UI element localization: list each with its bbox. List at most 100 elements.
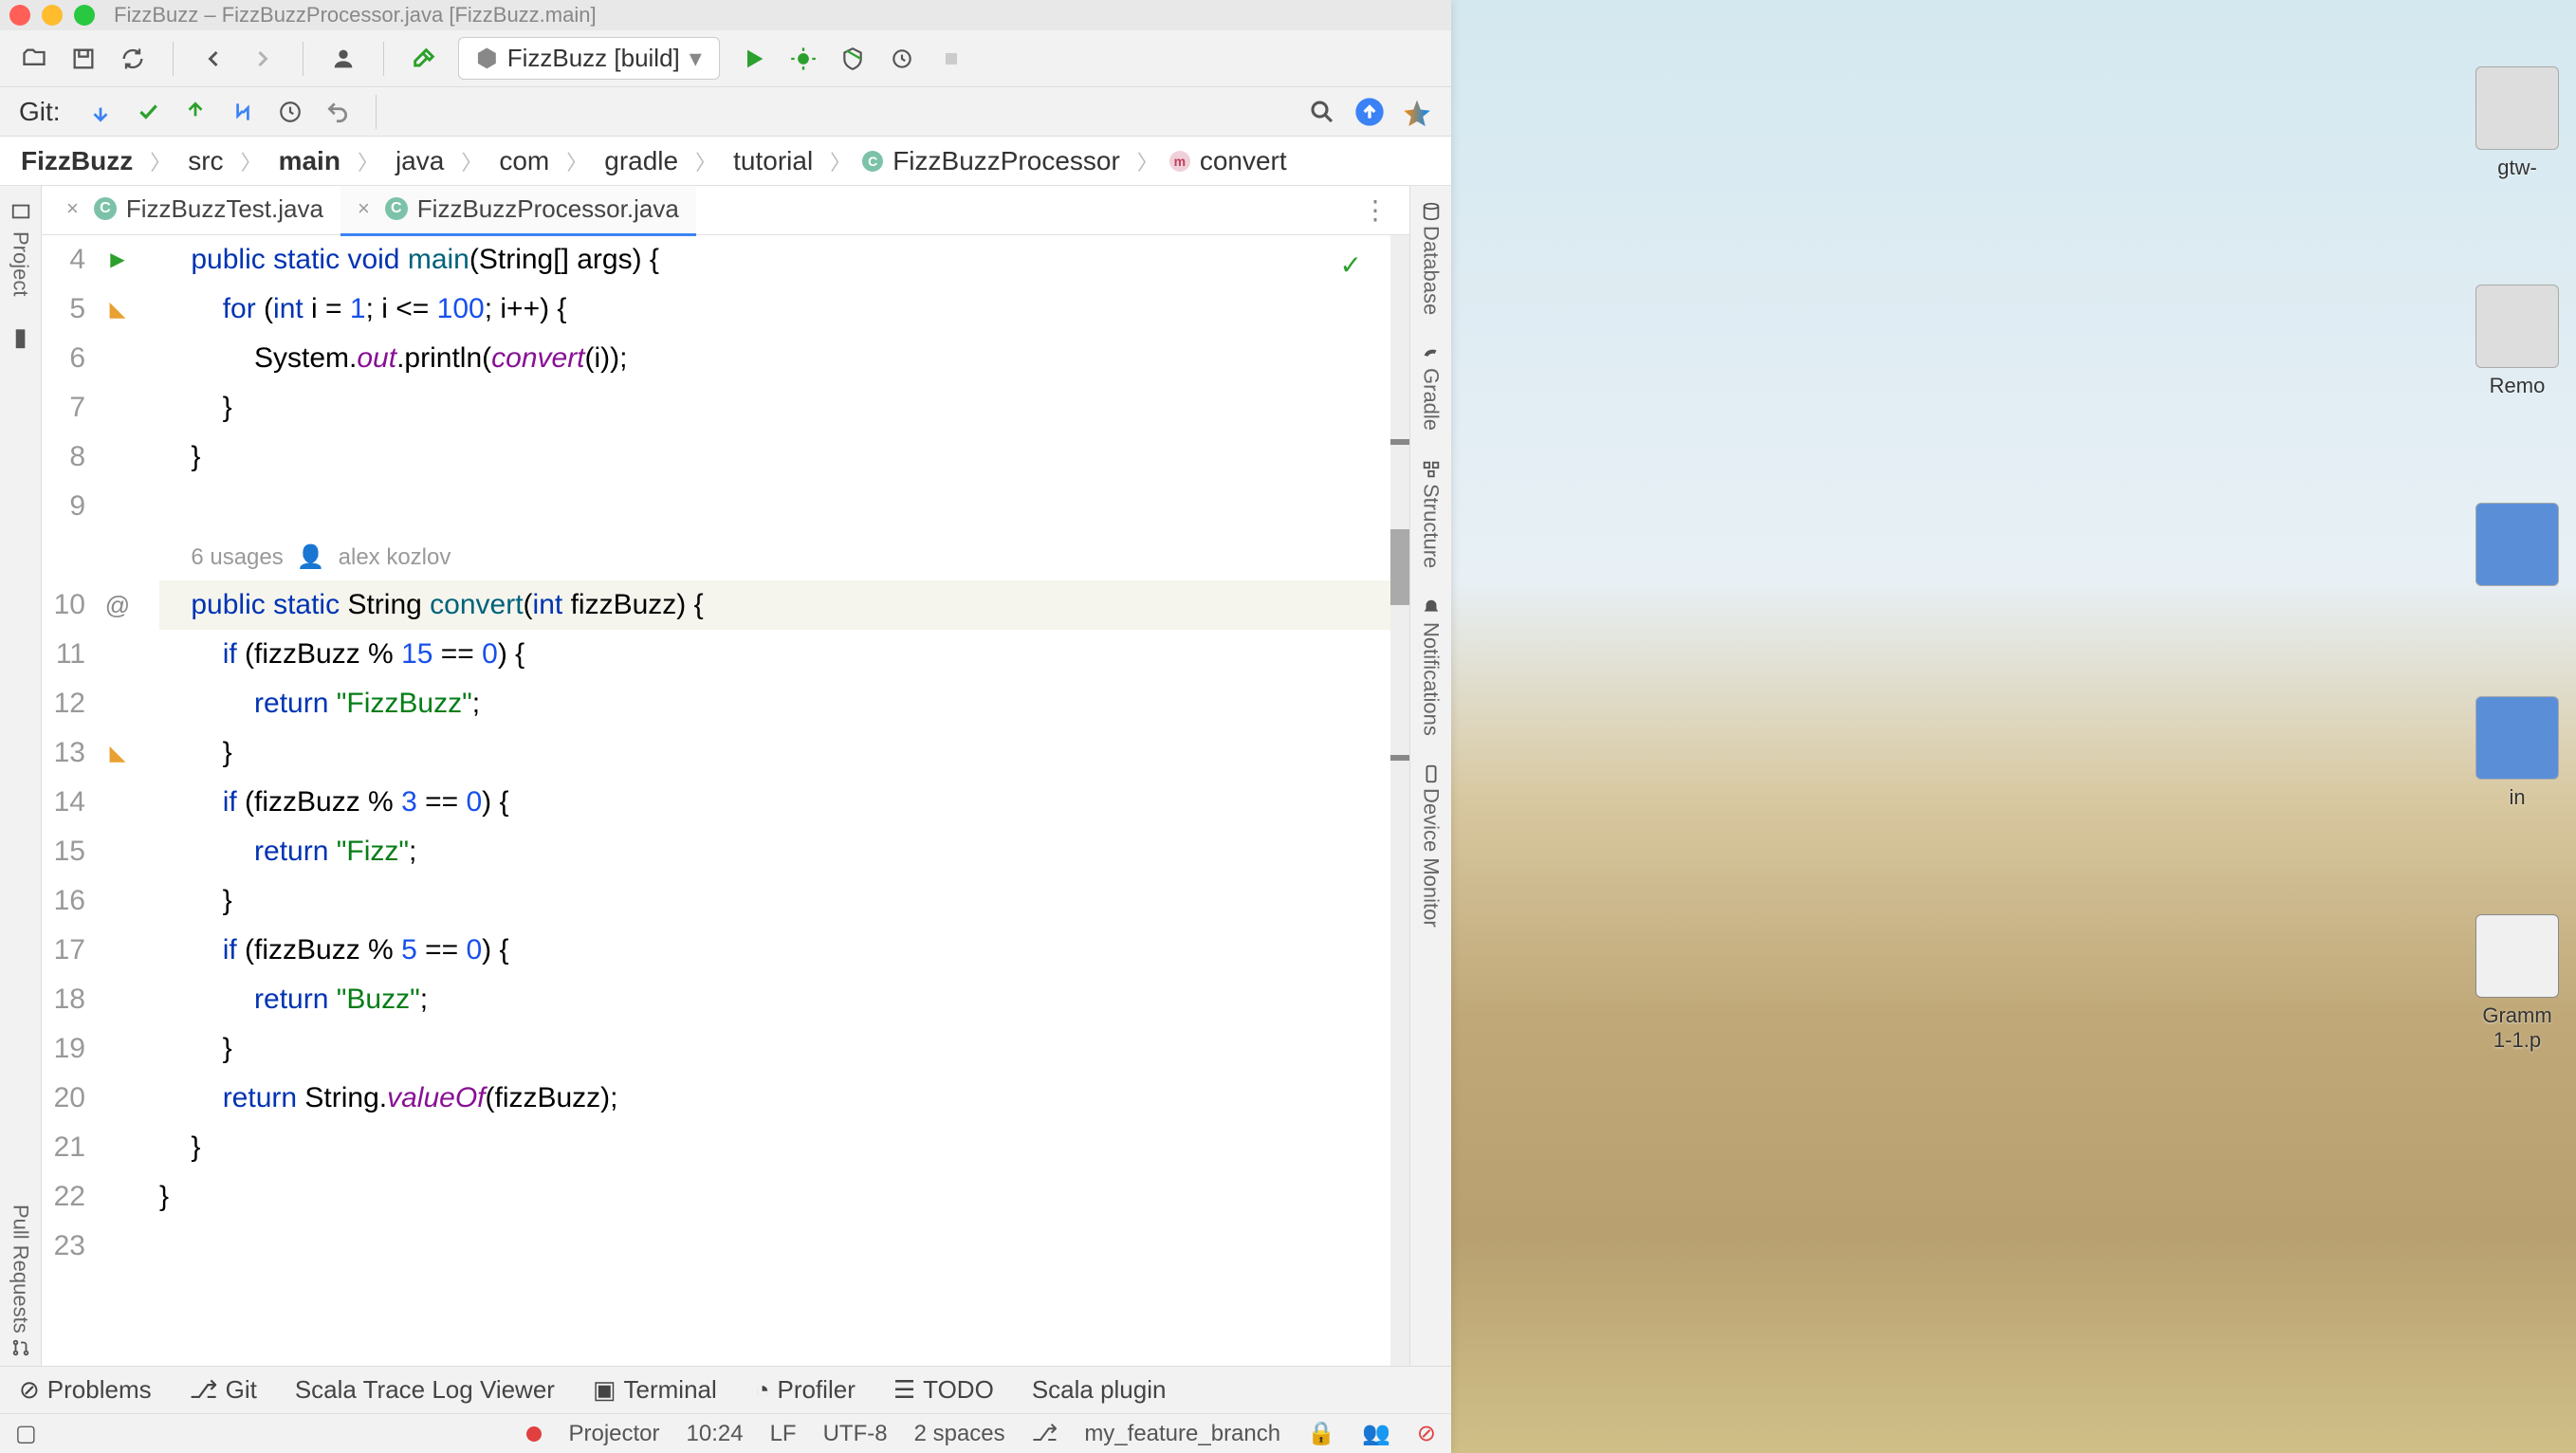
inspection-ok-icon[interactable]: ✓ bbox=[1340, 241, 1362, 290]
right-tool-strip: Database Gradle Structure Notifications … bbox=[1409, 186, 1451, 1366]
bc-java[interactable]: java bbox=[390, 144, 450, 178]
bookmark-icon[interactable]: ◣ bbox=[110, 285, 126, 334]
class-icon: C bbox=[94, 197, 117, 220]
commit-icon[interactable] bbox=[133, 97, 163, 127]
titlebar: FizzBuzz – FizzBuzzProcessor.java [FizzB… bbox=[0, 0, 1451, 30]
code-content[interactable]: ✓ public static void main(String[] args)… bbox=[140, 235, 1390, 1366]
gradle-tool-button[interactable]: Gradle bbox=[1419, 338, 1444, 436]
git-label: Git: bbox=[19, 97, 61, 127]
status-cursor[interactable]: 10:24 bbox=[687, 1421, 744, 1447]
scala-plugin-tool[interactable]: Scala plugin bbox=[1032, 1375, 1167, 1405]
bc-tutorial[interactable]: tutorial bbox=[727, 144, 819, 178]
device-monitor-tool-button[interactable]: Device Monitor bbox=[1419, 758, 1444, 933]
compare-icon[interactable] bbox=[228, 97, 258, 127]
scala-trace-tool[interactable]: Scala Trace Log Viewer bbox=[295, 1375, 555, 1405]
status-memory-icon[interactable]: 👥 bbox=[1362, 1420, 1390, 1447]
branch-icon: ⎇ bbox=[1032, 1420, 1058, 1447]
forward-icon[interactable] bbox=[248, 44, 278, 74]
run-config-selector[interactable]: ⬢ FizzBuzz [build] ▾ bbox=[458, 37, 720, 80]
desktop-item[interactable] bbox=[2470, 503, 2565, 592]
sync-icon[interactable] bbox=[118, 44, 148, 74]
status-lock-icon[interactable]: 🔒 bbox=[1307, 1420, 1335, 1447]
tool-window-toggle-icon[interactable]: ▢ bbox=[15, 1420, 37, 1447]
open-icon[interactable] bbox=[19, 44, 49, 74]
method-icon: m bbox=[1169, 151, 1190, 172]
profiler-tool[interactable]: ◔Profiler bbox=[755, 1375, 856, 1405]
pull-requests-tool-button[interactable]: Pull Requests bbox=[9, 1191, 33, 1366]
desktop-icons: gtw- Remo in Gramm1-1.p bbox=[2470, 66, 2565, 1053]
back-icon[interactable] bbox=[198, 44, 229, 74]
bookmark-tool-icon[interactable]: ▮ bbox=[13, 322, 27, 352]
status-error-icon[interactable]: ⊘ bbox=[1417, 1420, 1436, 1447]
status-indent[interactable]: 2 spaces bbox=[914, 1421, 1005, 1447]
minimize-window-icon[interactable] bbox=[42, 5, 63, 26]
git-tool[interactable]: ⎇Git bbox=[190, 1375, 257, 1405]
code-editor[interactable]: 4567891011121314151617181920212223 ▶ ◣ @… bbox=[42, 235, 1409, 1366]
window-controls[interactable] bbox=[9, 5, 95, 26]
close-icon[interactable]: × bbox=[358, 196, 370, 221]
editor-tabs: × C FizzBuzzTest.java × C FizzBuzzProces… bbox=[42, 186, 1409, 235]
tab-fizzbuzzprocessor[interactable]: × C FizzBuzzProcessor.java bbox=[340, 186, 696, 236]
bc-src[interactable]: src bbox=[182, 144, 229, 178]
desktop-item[interactable]: gtw- bbox=[2470, 66, 2565, 180]
todo-tool[interactable]: ☰TODO bbox=[893, 1375, 994, 1405]
bookmark-icon[interactable]: ◣ bbox=[110, 728, 126, 778]
ide-window: FizzBuzz – FizzBuzzProcessor.java [FizzB… bbox=[0, 0, 1451, 1453]
rollback-icon[interactable] bbox=[322, 97, 353, 127]
author-icon: 👤 bbox=[297, 533, 325, 582]
database-tool-button[interactable]: Database bbox=[1419, 195, 1444, 321]
update-icon[interactable] bbox=[85, 97, 116, 127]
status-line-ending[interactable]: LF bbox=[770, 1421, 797, 1447]
author-hint[interactable]: alex kozlov bbox=[339, 533, 451, 582]
window-title: FizzBuzz – FizzBuzzProcessor.java [FizzB… bbox=[114, 3, 597, 28]
upload-icon[interactable] bbox=[1354, 97, 1385, 127]
notifications-tool-button[interactable]: Notifications bbox=[1419, 592, 1444, 742]
bc-main[interactable]: main bbox=[273, 144, 346, 178]
usages-hint[interactable]: 6 usages bbox=[191, 533, 283, 582]
bc-gradle[interactable]: gradle bbox=[598, 144, 684, 178]
bc-method[interactable]: convert bbox=[1194, 144, 1293, 178]
breadcrumb: FizzBuzz〉 src〉 main〉 java〉 com〉 gradle〉 … bbox=[0, 137, 1451, 186]
override-icon[interactable]: @ bbox=[105, 580, 130, 630]
tab-menu-icon[interactable]: ⋮ bbox=[1349, 194, 1402, 226]
desktop-item[interactable]: in bbox=[2470, 696, 2565, 810]
profile-icon[interactable] bbox=[887, 44, 917, 74]
user-icon[interactable] bbox=[328, 44, 359, 74]
status-branch[interactable]: my_feature_branch bbox=[1084, 1421, 1280, 1447]
push-icon[interactable] bbox=[180, 97, 211, 127]
scroll-overview[interactable] bbox=[1390, 235, 1409, 1366]
recording-icon[interactable] bbox=[526, 1426, 542, 1442]
desktop-item[interactable]: Gramm1-1.p bbox=[2470, 914, 2565, 1053]
hammer-icon[interactable] bbox=[409, 44, 439, 74]
class-icon: C bbox=[862, 151, 883, 172]
tab-fizzbuzztest[interactable]: × C FizzBuzzTest.java bbox=[49, 186, 340, 236]
bc-com[interactable]: com bbox=[493, 144, 555, 178]
terminal-tool[interactable]: ▣Terminal bbox=[593, 1375, 717, 1405]
stop-icon[interactable] bbox=[936, 44, 966, 74]
project-tool-button[interactable]: Project bbox=[9, 193, 33, 303]
run-gutter-icon[interactable]: ▶ bbox=[110, 235, 124, 285]
problems-tool[interactable]: ⊘Problems bbox=[19, 1375, 152, 1405]
save-icon[interactable] bbox=[68, 44, 99, 74]
status-projector[interactable]: Projector bbox=[568, 1421, 659, 1447]
bc-project[interactable]: FizzBuzz bbox=[15, 144, 138, 178]
coverage-icon[interactable] bbox=[837, 44, 868, 74]
ide-icon[interactable] bbox=[1402, 97, 1432, 127]
close-window-icon[interactable] bbox=[9, 5, 30, 26]
history-icon[interactable] bbox=[275, 97, 305, 127]
git-toolbar: Git: bbox=[0, 87, 1451, 137]
bc-class[interactable]: FizzBuzzProcessor bbox=[887, 144, 1126, 178]
class-icon: C bbox=[385, 197, 408, 220]
maximize-window-icon[interactable] bbox=[74, 5, 95, 26]
line-numbers: 4567891011121314151617181920212223 bbox=[42, 235, 95, 1366]
run-icon[interactable] bbox=[739, 44, 769, 74]
status-encoding[interactable]: UTF-8 bbox=[823, 1421, 888, 1447]
debug-icon[interactable] bbox=[788, 44, 819, 74]
structure-tool-button[interactable]: Structure bbox=[1419, 453, 1444, 574]
close-icon[interactable]: × bbox=[66, 196, 79, 221]
search-icon[interactable] bbox=[1307, 97, 1337, 127]
desktop-item[interactable]: Remo bbox=[2470, 285, 2565, 398]
editor-area: × C FizzBuzzTest.java × C FizzBuzzProces… bbox=[42, 186, 1409, 1366]
bottom-tool-bar: ⊘Problems ⎇Git Scala Trace Log Viewer ▣T… bbox=[0, 1366, 1451, 1413]
run-config-label: FizzBuzz [build] bbox=[507, 44, 680, 73]
